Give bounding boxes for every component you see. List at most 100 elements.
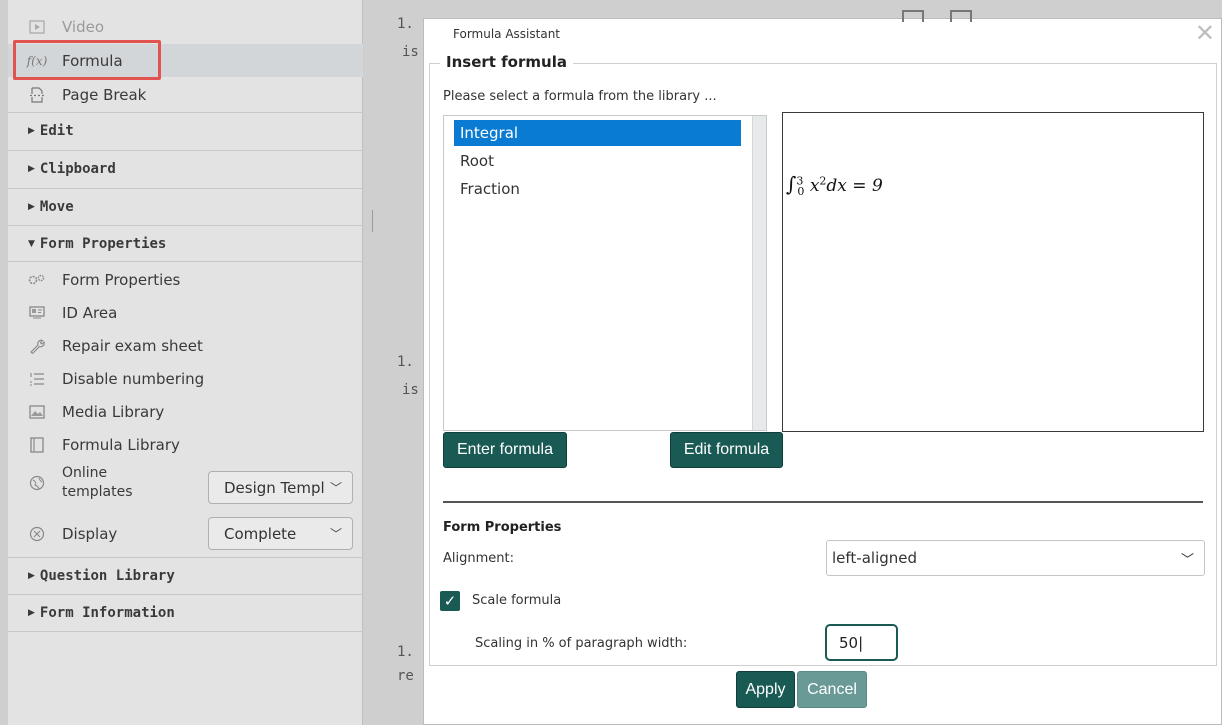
integral-sign: ∫ [786,172,797,196]
text-cursor: | [858,633,864,652]
sidebar-item-label: Video [62,17,105,36]
scaling-value: 50 [839,633,859,652]
sidebar-item-label: ID Area [62,303,118,322]
sidebar-item-label: Page Break [62,85,147,104]
list-item-fraction[interactable]: Fraction [454,176,741,202]
sidebar-item-form-properties[interactable]: Form Properties [8,263,363,296]
apply-button[interactable]: Apply [736,671,795,708]
sidebar-item-video[interactable]: Video [8,10,363,43]
cancel-button[interactable]: Cancel [797,671,867,708]
numbered-list-icon [26,369,48,389]
caret-right-icon: ▶ [28,163,35,174]
online-templates-value: Design Templ [224,478,325,497]
book-icon [26,435,48,455]
wrench-icon [26,336,48,356]
doc-text: is [402,382,419,398]
dialog-title: Formula Assistant [453,27,561,41]
section-label: Form Properties [39,235,167,252]
sidebar-item-page-break[interactable]: Page Break [8,78,363,111]
alignment-value: left-aligned [832,549,918,567]
checkmark-icon: ✓ [443,592,457,610]
scaling-label: Scaling in % of paragraph width: [475,636,688,651]
display-label: Display [62,524,118,543]
id-card-icon [26,303,48,323]
video-icon [26,17,48,37]
section-label: Move [39,198,74,215]
page-break-icon [26,85,48,105]
formula-assistant-dialog: Formula Assistant ✕ Insert formula Pleas… [423,10,1222,725]
scale-formula-checkbox[interactable]: ✓ [440,591,460,611]
divider [443,501,1203,503]
resize-handle[interactable] [372,210,373,232]
caret-right-icon: ▶ [28,125,35,136]
gears-icon [26,270,48,290]
online-templates-label-line2: templates [62,484,133,500]
form-properties-title: Form Properties [443,520,562,535]
sidebar-item-label: Disable numbering [62,369,205,388]
sidebar-item-id-area[interactable]: ID Area [8,296,363,329]
chevron-down-icon: ﹀ [329,527,342,541]
formula-rest: dx = 9 [826,176,883,196]
section-form-properties[interactable]: ▼ Form Properties [8,225,363,261]
section-label: Question Library [39,567,175,584]
insert-formula-legend: Insert formula [440,53,573,71]
sidebar-item-label: Media Library [62,402,165,421]
scaling-input[interactable]: 50 | [825,624,898,661]
sidebar-item-repair-exam-sheet[interactable]: Repair exam sheet [8,329,363,362]
section-question-library[interactable]: ▶ Question Library [8,557,363,593]
section-label: Edit [39,122,74,139]
doc-text: 1. [397,354,414,370]
display-select[interactable]: Complete ﹀ [208,517,353,550]
section-label: Form Information [39,604,175,621]
scale-formula-label: Scale formula [472,593,562,608]
sidebar-item-formula-library[interactable]: Formula Library [8,428,363,461]
sidebar-item-label: Repair exam sheet [62,336,203,355]
section-form-information[interactable]: ▶ Form Information [8,594,363,630]
caret-right-icon: ▶ [28,607,35,618]
formula-body: x [809,176,820,196]
doc-text: is [402,44,419,60]
left-panel: Video f(x) Formula Page Break ▶ Edit ▶ C… [8,0,363,725]
chevron-down-icon: ﹀ [1180,552,1194,568]
doc-text: 1. [397,16,414,32]
section-label: Clipboard [39,160,116,177]
globe-icon [26,473,48,493]
doc-text: re [397,668,414,684]
alignment-select[interactable]: left-aligned ﹀ [826,540,1205,576]
formula-preview: ∫30 x2dx = 9 [782,112,1204,432]
enter-formula-button[interactable]: Enter formula [443,432,567,468]
close-icon[interactable]: ✕ [1195,19,1215,47]
toolbar-icons [902,10,972,22]
library-hint: Please select a formula from the library… [443,89,717,104]
list-scrollbar[interactable] [752,116,766,430]
sidebar-item-label: Formula Library [62,435,180,454]
formula-library-list[interactable]: Integral Root Fraction [443,115,767,431]
chevron-down-icon: ﹀ [329,481,342,495]
sidebar-item-label: Form Properties [62,270,181,289]
caret-down-icon: ▼ [28,238,35,249]
lower-limit: 0 [797,185,805,199]
section-move[interactable]: ▶ Move [8,188,363,224]
online-templates-label-line1: Online [62,465,108,481]
doc-text: 1. [397,644,414,660]
toolbar-box-icon [950,10,972,22]
image-icon [26,402,48,422]
display-icon [26,524,48,544]
alignment-label: Alignment: [443,551,514,566]
caret-right-icon: ▶ [28,201,35,212]
list-item-root[interactable]: Root [454,148,741,174]
formula-preview-expression: ∫30 x2dx = 9 [786,172,883,198]
online-templates-label: Online templates [62,464,133,502]
highlight-box [13,40,161,80]
section-edit[interactable]: ▶ Edit [8,112,363,148]
divider [8,631,363,632]
caret-right-icon: ▶ [28,570,35,581]
online-templates-select[interactable]: Design Templ ﹀ [208,471,353,504]
edit-formula-button[interactable]: Edit formula [670,432,783,468]
list-item-integral[interactable]: Integral [454,120,741,146]
display-value: Complete [224,524,297,543]
toolbar-box-icon [902,10,924,22]
sidebar-item-disable-numbering[interactable]: Disable numbering [8,362,363,395]
section-clipboard[interactable]: ▶ Clipboard [8,150,363,186]
sidebar-item-media-library[interactable]: Media Library [8,395,363,428]
